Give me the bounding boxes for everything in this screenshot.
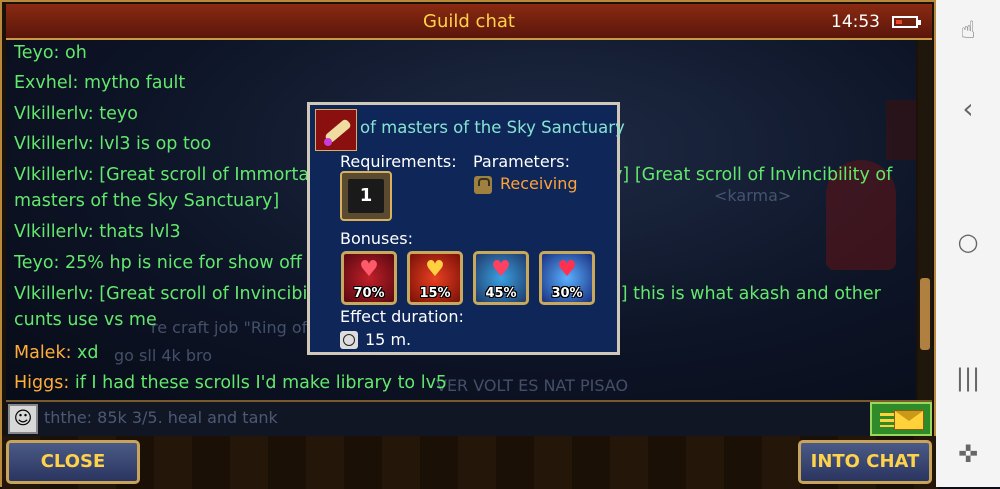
bonus-slot: ♥ 15% <box>407 251 463 305</box>
bonuses-label: Bonuses: <box>340 229 413 248</box>
level-requirement: 1 <box>340 171 392 221</box>
scrollbar-thumb[interactable] <box>920 278 930 350</box>
heart-cross-icon: ♥ <box>425 257 445 282</box>
item-tooltip: of masters of the Sky Sanctuary Requirem… <box>307 102 625 355</box>
chat-message[interactable]: Teyo: oh <box>14 40 894 66</box>
battery-icon <box>892 16 921 28</box>
requirements-label: Requirements: <box>340 152 457 171</box>
chat-input[interactable]: ththe: 85k 3/5. heal and tank <box>44 408 278 427</box>
level-value: 1 <box>348 179 384 213</box>
bottom-bar: CLOSE INTO CHAT <box>2 436 938 489</box>
back-icon[interactable]: ‹ <box>936 92 1000 125</box>
chat-author[interactable]: Vlkillerlv: <box>14 104 94 124</box>
chat-author[interactable]: Vlkillerlv: <box>14 165 94 185</box>
chat-input-row: ☺ ththe: 85k 3/5. heal and tank <box>6 400 932 436</box>
chat-text: if I had these scrolls I'd make library … <box>69 373 448 393</box>
heart-shield-icon: ♥ <box>491 257 511 282</box>
tooltip-title: of masters of the Sky Sanctuary <box>360 118 625 137</box>
chat-scrollbar[interactable] <box>918 40 932 400</box>
bonus-slot: ♥ 70% <box>341 251 397 305</box>
chat-author[interactable]: Vlkillerlv: <box>14 284 94 304</box>
chat-author[interactable]: Vlkillerlv: <box>14 222 94 242</box>
chat-author[interactable]: Exvhel: <box>14 73 78 93</box>
send-message-button[interactable] <box>870 402 932 436</box>
chat-message[interactable]: Exvhel: mytho fault <box>14 70 894 96</box>
chat-text: mytho fault <box>78 73 186 93</box>
smiley-icon: ☺ <box>13 408 33 429</box>
home-icon[interactable]: ○ <box>936 228 1000 256</box>
chat-author[interactable]: Teyo: <box>14 253 59 273</box>
chat-text: teyo <box>93 104 138 124</box>
scroll-icon <box>315 109 357 151</box>
recents-icon[interactable]: ||| <box>936 364 1000 392</box>
chat-author[interactable]: Malek: <box>14 343 71 363</box>
effect-duration-value: 15 m. <box>365 330 412 349</box>
parameters-label: Parameters: <box>473 152 570 171</box>
chat-author[interactable]: Teyo: <box>14 43 59 63</box>
chat-author[interactable]: Higgs: <box>14 373 69 393</box>
receiving-status: Receiving <box>500 174 578 193</box>
status-clock: 14:53 <box>831 12 880 32</box>
title-bar: Guild chat 14:53 <box>6 4 932 40</box>
window-title: Guild chat <box>423 11 515 32</box>
bonus-percent: 70% <box>353 286 385 301</box>
game-controller-icon[interactable]: ✜ <box>936 440 1000 468</box>
chat-text: xd <box>71 343 99 363</box>
effect-duration-label: Effect duration: <box>340 307 464 326</box>
bonus-slot: ♥ 45% <box>473 251 529 305</box>
chat-author[interactable]: Vlkillerlv: <box>14 134 94 154</box>
close-button[interactable]: CLOSE <box>6 440 140 484</box>
lock-icon <box>474 176 492 194</box>
bonus-slot: ♥ 30% <box>539 251 595 305</box>
touch-gesture-icon[interactable]: ☝ <box>936 16 1000 44</box>
chat-text: lvl3 is op too <box>93 134 212 154</box>
chat-text: oh <box>59 43 87 63</box>
bonus-percent: 15% <box>419 286 451 301</box>
bonus-percent: 30% <box>551 286 583 301</box>
clock-icon <box>340 331 358 349</box>
envelope-icon <box>894 410 924 430</box>
heart-icon: ♥ <box>359 257 379 282</box>
emoji-button[interactable]: ☺ <box>8 404 38 434</box>
into-chat-button[interactable]: INTO CHAT <box>798 440 932 484</box>
battery-level <box>896 20 902 24</box>
bonus-percent: 45% <box>485 286 517 301</box>
chat-text: thats lvl3 <box>93 222 181 242</box>
heart-orb-icon: ♥ <box>557 257 577 282</box>
android-nav-bar: ☝ ‹ ○ ||| ✜ <box>936 0 1000 487</box>
chat-message[interactable]: Higgs: if I had these scrolls I'd make l… <box>14 370 894 396</box>
